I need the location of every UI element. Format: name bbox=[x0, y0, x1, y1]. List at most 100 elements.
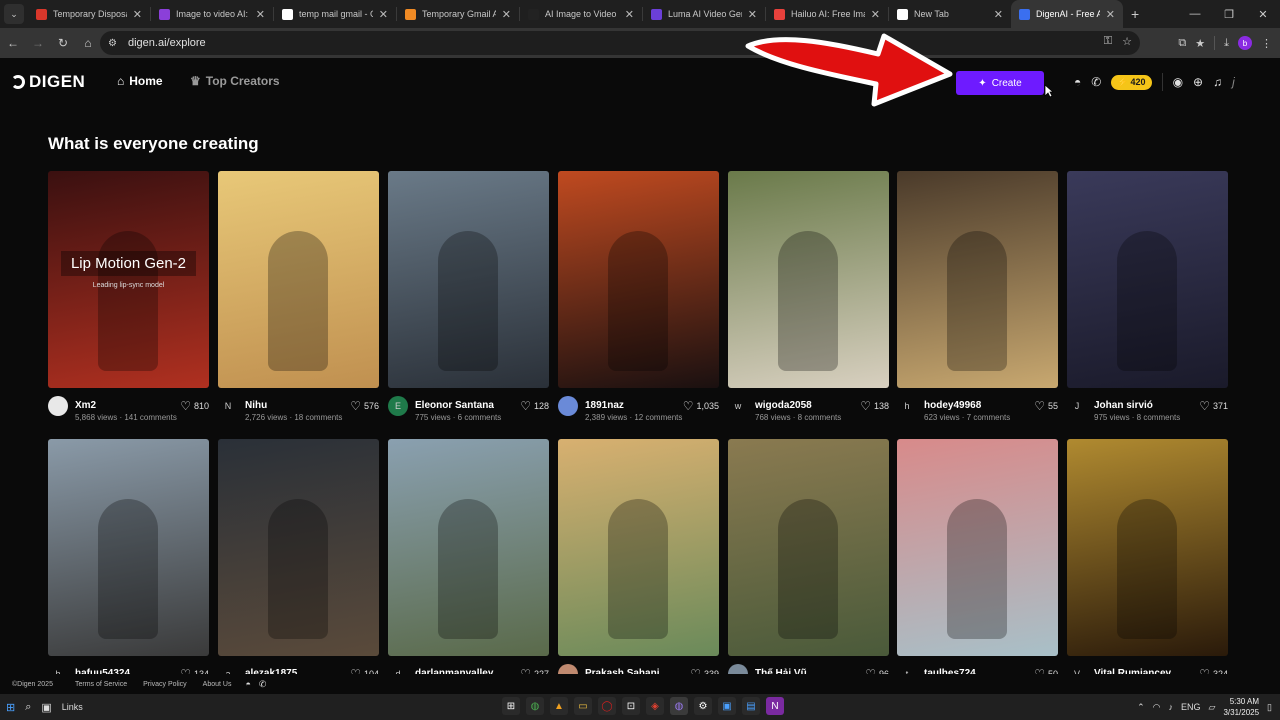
creator-name[interactable]: 1891naz bbox=[585, 400, 624, 411]
creation-card[interactable]: ddarlanmanvalley♡227 bbox=[388, 439, 549, 698]
reload-button[interactable]: ↻ bbox=[51, 31, 75, 55]
footer-whatsapp-icon[interactable]: ✆ bbox=[259, 679, 267, 690]
creator-name[interactable]: Nihu bbox=[245, 400, 267, 411]
back-button[interactable]: ← bbox=[1, 31, 25, 55]
creation-thumbnail[interactable]: Lip Motion Gen-2 Leading lip-sync model bbox=[48, 171, 209, 388]
opera-icon[interactable]: ◯ bbox=[598, 697, 616, 715]
browser-active-icon[interactable]: ◍ bbox=[670, 697, 688, 715]
tab-close-icon[interactable]: ✕ bbox=[871, 8, 880, 21]
forward-button[interactable]: → bbox=[26, 31, 50, 55]
bell-icon[interactable]: ♫ bbox=[1213, 75, 1222, 89]
network-icon[interactable]: ▱ bbox=[1209, 702, 1216, 713]
download-icon[interactable]: ⤓ bbox=[1224, 37, 1229, 50]
creation-card[interactable]: J Johan sirvió ♡ 371 975 views · 8 comments bbox=[1067, 171, 1228, 430]
browser-tab[interactable]: temp mail gmail - Go ✕ bbox=[274, 0, 396, 28]
like-button[interactable]: ♡ 371 bbox=[1199, 399, 1228, 413]
browser-tab[interactable]: New Tab ✕ bbox=[889, 0, 1011, 28]
like-button[interactable]: ♡ 138 bbox=[860, 399, 889, 413]
wifi-icon[interactable]: ◠ bbox=[1153, 702, 1161, 713]
creation-card[interactable]: Thế Hải Vũ♡96 bbox=[728, 439, 889, 698]
browser-tab[interactable]: Temporary Disposab ✕ bbox=[28, 0, 150, 28]
creator-name[interactable]: Xm2 bbox=[75, 400, 96, 411]
creation-thumbnail[interactable] bbox=[897, 439, 1058, 656]
links-toolbar[interactable]: Links bbox=[62, 702, 83, 712]
url-text[interactable]: digen.ai/explore bbox=[128, 37, 206, 49]
footer-discord-icon[interactable]: ◓ bbox=[245, 679, 250, 689]
browser-tab[interactable]: AI Image to Video Ge ✕ bbox=[520, 0, 642, 28]
creation-thumbnail[interactable] bbox=[728, 439, 889, 656]
discord-icon[interactable]: ◓ bbox=[1074, 75, 1081, 89]
creation-thumbnail[interactable] bbox=[218, 171, 379, 388]
creation-card[interactable]: E Eleonor Santana ♡ 128 775 views · 6 commen… bbox=[388, 171, 549, 430]
creator-avatar[interactable]: J bbox=[1067, 396, 1087, 416]
creation-card[interactable]: h hodey49968 ♡ 55 623 views · 7 comments bbox=[897, 171, 1058, 430]
app-icon-triangle[interactable]: ▲ bbox=[550, 697, 568, 715]
creator-avatar[interactable]: w bbox=[728, 396, 748, 416]
creation-thumbnail[interactable] bbox=[558, 171, 719, 388]
tab-close-icon[interactable]: ✕ bbox=[133, 8, 142, 21]
browser-tab[interactable]: Hailuo AI: Free Image ✕ bbox=[766, 0, 888, 28]
creator-avatar[interactable]: h bbox=[897, 396, 917, 416]
creation-thumbnail[interactable] bbox=[388, 171, 549, 388]
tab-close-icon[interactable]: ✕ bbox=[625, 8, 634, 21]
user-avatar-icon[interactable]: j bbox=[1232, 75, 1235, 89]
profile-avatar[interactable]: b bbox=[1238, 36, 1252, 50]
creator-name[interactable]: hodey49968 bbox=[924, 400, 981, 411]
creation-thumbnail[interactable] bbox=[558, 439, 719, 656]
app-icon-window[interactable]: ▣ bbox=[718, 697, 736, 715]
bookmark-star-icon[interactable]: ☆ bbox=[1122, 35, 1132, 48]
task-view-icon[interactable]: ▣ bbox=[41, 701, 51, 714]
app-icon-monitor[interactable]: ▤ bbox=[742, 697, 760, 715]
close-window-button[interactable]: ✕ bbox=[1246, 0, 1280, 28]
tray-chevron-icon[interactable]: ⌃ bbox=[1137, 702, 1145, 713]
footer-terms-link[interactable]: Terms of Service bbox=[75, 681, 127, 688]
file-explorer-icon[interactable]: ▭ bbox=[574, 697, 592, 715]
site-info-icon[interactable]: ⚙ bbox=[108, 38, 122, 49]
settings-icon[interactable]: ⚙ bbox=[694, 697, 712, 715]
maximize-button[interactable]: ❐ bbox=[1212, 0, 1246, 28]
favorites-icon[interactable]: ★ bbox=[1195, 37, 1205, 50]
address-bar[interactable]: ⚙ digen.ai/explore ⚿ ☆ bbox=[100, 31, 1140, 55]
creator-name[interactable]: Eleonor Santana bbox=[415, 400, 494, 411]
onenote-icon[interactable]: N bbox=[766, 697, 784, 715]
browser-tab[interactable]: Image to video AI: Co ✕ bbox=[151, 0, 273, 28]
creation-card[interactable]: Prakash Sahani♡339 bbox=[558, 439, 719, 698]
tab-close-icon[interactable]: ✕ bbox=[748, 8, 757, 21]
nav-home[interactable]: ⌂ Home bbox=[117, 74, 163, 88]
creation-card[interactable]: Lip Motion Gen-2 Leading lip-sync model Xm… bbox=[48, 171, 209, 430]
taskbar-start-icon[interactable]: ⊞ bbox=[502, 697, 520, 715]
tab-search-button[interactable]: ⌄ bbox=[4, 4, 24, 24]
creation-thumbnail[interactable] bbox=[1067, 439, 1228, 656]
creation-card[interactable]: w wigoda2058 ♡ 138 768 views · 8 comments bbox=[728, 171, 889, 430]
app-icon-grid[interactable]: ⊡ bbox=[622, 697, 640, 715]
whatsapp-icon[interactable]: ✆ bbox=[1091, 75, 1101, 89]
browser-tab[interactable]: DigenAI - Free AI Vid ✕ bbox=[1011, 0, 1123, 28]
notification-icon[interactable]: ▯ bbox=[1267, 702, 1272, 713]
credits-badge[interactable]: ⚡ 420 bbox=[1111, 74, 1152, 90]
like-button[interactable]: ♡ 810 bbox=[180, 399, 209, 413]
creation-card[interactable]: 1891naz ♡ 1,035 2,389 views · 12 comments bbox=[558, 171, 719, 430]
creator-avatar[interactable] bbox=[558, 396, 578, 416]
creator-name[interactable]: wigoda2058 bbox=[755, 400, 812, 411]
volume-icon[interactable]: ♪ bbox=[1169, 702, 1174, 712]
footer-about-link[interactable]: About Us bbox=[203, 681, 232, 688]
eye-icon[interactable]: ◉ bbox=[1173, 75, 1183, 89]
tab-close-icon[interactable]: ✕ bbox=[502, 8, 511, 21]
like-button[interactable]: ♡ 576 bbox=[350, 399, 379, 413]
creation-card[interactable]: N Nihu ♡ 576 2,726 views · 18 comments bbox=[218, 171, 379, 430]
extensions-icon[interactable]: ⧉ bbox=[1178, 37, 1186, 50]
tab-close-icon[interactable]: ✕ bbox=[994, 8, 1003, 21]
pdf-icon[interactable]: ◈ bbox=[646, 697, 664, 715]
creation-card[interactable]: hhafuu54324♡134 bbox=[48, 439, 209, 698]
like-button[interactable]: ♡ 128 bbox=[520, 399, 549, 413]
creation-card[interactable]: VVital Rumiancev♡324 bbox=[1067, 439, 1228, 698]
creator-avatar[interactable]: N bbox=[218, 396, 238, 416]
digen-logo[interactable]: DIGEN bbox=[11, 72, 85, 92]
creation-card[interactable]: aalezak1875♡104 bbox=[218, 439, 379, 698]
browser-tab[interactable]: Temporary Gmail Acc ✕ bbox=[397, 0, 519, 28]
creator-name[interactable]: Johan sirvió bbox=[1094, 400, 1153, 411]
like-button[interactable]: ♡ 55 bbox=[1034, 399, 1058, 413]
taskbar-search-icon[interactable]: ⌕ bbox=[25, 701, 31, 714]
new-tab-button[interactable]: + bbox=[1131, 6, 1139, 22]
minimize-button[interactable]: — bbox=[1178, 0, 1212, 28]
